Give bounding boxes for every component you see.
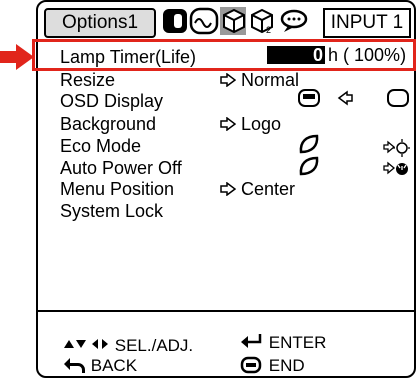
- lamp-timer-life: h ( 100%): [328, 44, 406, 66]
- menu-item-auto-power-off[interactable]: Auto Power Off: [60, 157, 410, 179]
- osd-off-icon: [387, 89, 409, 107]
- background-label: Background: [60, 114, 157, 134]
- background-value: Logo: [220, 113, 281, 135]
- menu-position-label: Menu Position: [60, 179, 175, 199]
- footer-enter: ENTER: [240, 333, 326, 353]
- select-arrow-left-icon: [337, 90, 353, 106]
- divider-bottom: [36, 310, 416, 312]
- menu-item-background[interactable]: Background Logo: [60, 113, 410, 135]
- footer-sel-adj: SEL./ADJ.: [64, 336, 193, 356]
- eco-mode-label: Eco Mode: [60, 136, 142, 156]
- select-arrow-icon: [220, 181, 237, 197]
- menu-position-value: Center: [220, 178, 295, 200]
- auto-power-leaf-icon: [299, 156, 319, 176]
- tab-bar: Options1 2 INPUT 1: [36, 0, 416, 40]
- menu-item-eco-mode[interactable]: Eco Mode: [60, 135, 410, 157]
- resize-label: Resize: [60, 70, 116, 90]
- footer-back: BACK: [64, 356, 137, 376]
- lamp-timer-unit: h: [328, 45, 339, 65]
- enter-label: ENTER: [268, 333, 327, 352]
- osd-on-icon: [298, 89, 320, 107]
- tab-options1[interactable]: Options1: [44, 8, 156, 38]
- menu-position-value-text: Center: [241, 179, 296, 199]
- back-arrow-icon: [64, 358, 85, 373]
- select-arrow-icon: [220, 116, 237, 132]
- lamp-timer-hours: 0: [267, 46, 325, 64]
- auto-power-off-label: Auto Power Off: [60, 158, 182, 178]
- resize-value-text: Normal: [241, 70, 300, 90]
- audio-icon: [189, 7, 219, 35]
- osd-display-options[interactable]: [297, 88, 411, 110]
- background-value-text: Logo: [241, 114, 282, 134]
- lamp-timer-label: Lamp Timer(Life): [60, 47, 197, 67]
- menu-end-icon: [240, 356, 262, 374]
- system-lock-label: System Lock: [60, 201, 164, 221]
- menu-item-system-lock[interactable]: System Lock: [60, 200, 410, 222]
- direction-keys-icon: [64, 339, 108, 349]
- picture-icon: [163, 9, 187, 33]
- menu-item-menu-position[interactable]: Menu Position Center: [60, 178, 410, 200]
- options2-icon: 2: [251, 8, 273, 35]
- footer-end: END: [240, 356, 305, 376]
- eco-leaf-icon: [299, 134, 319, 154]
- language-icon: [280, 9, 308, 32]
- back-label: BACK: [90, 356, 138, 375]
- sel-adj-label: SEL./ADJ.: [114, 336, 194, 355]
- svg-text:2: 2: [266, 25, 271, 35]
- select-arrow-icon: [220, 72, 237, 88]
- options1-icon: [220, 7, 246, 35]
- end-label: END: [268, 356, 305, 375]
- resize-value: Normal: [220, 69, 299, 91]
- lamp-timer-percent: ( 100%): [343, 45, 407, 65]
- enter-key-icon: [241, 334, 262, 348]
- pointer-arrow-icon: [0, 44, 34, 70]
- input-indicator: INPUT 1: [323, 8, 411, 38]
- menu-tab-icons: 2: [163, 7, 308, 35]
- osd-display-label: OSD Display: [60, 91, 164, 111]
